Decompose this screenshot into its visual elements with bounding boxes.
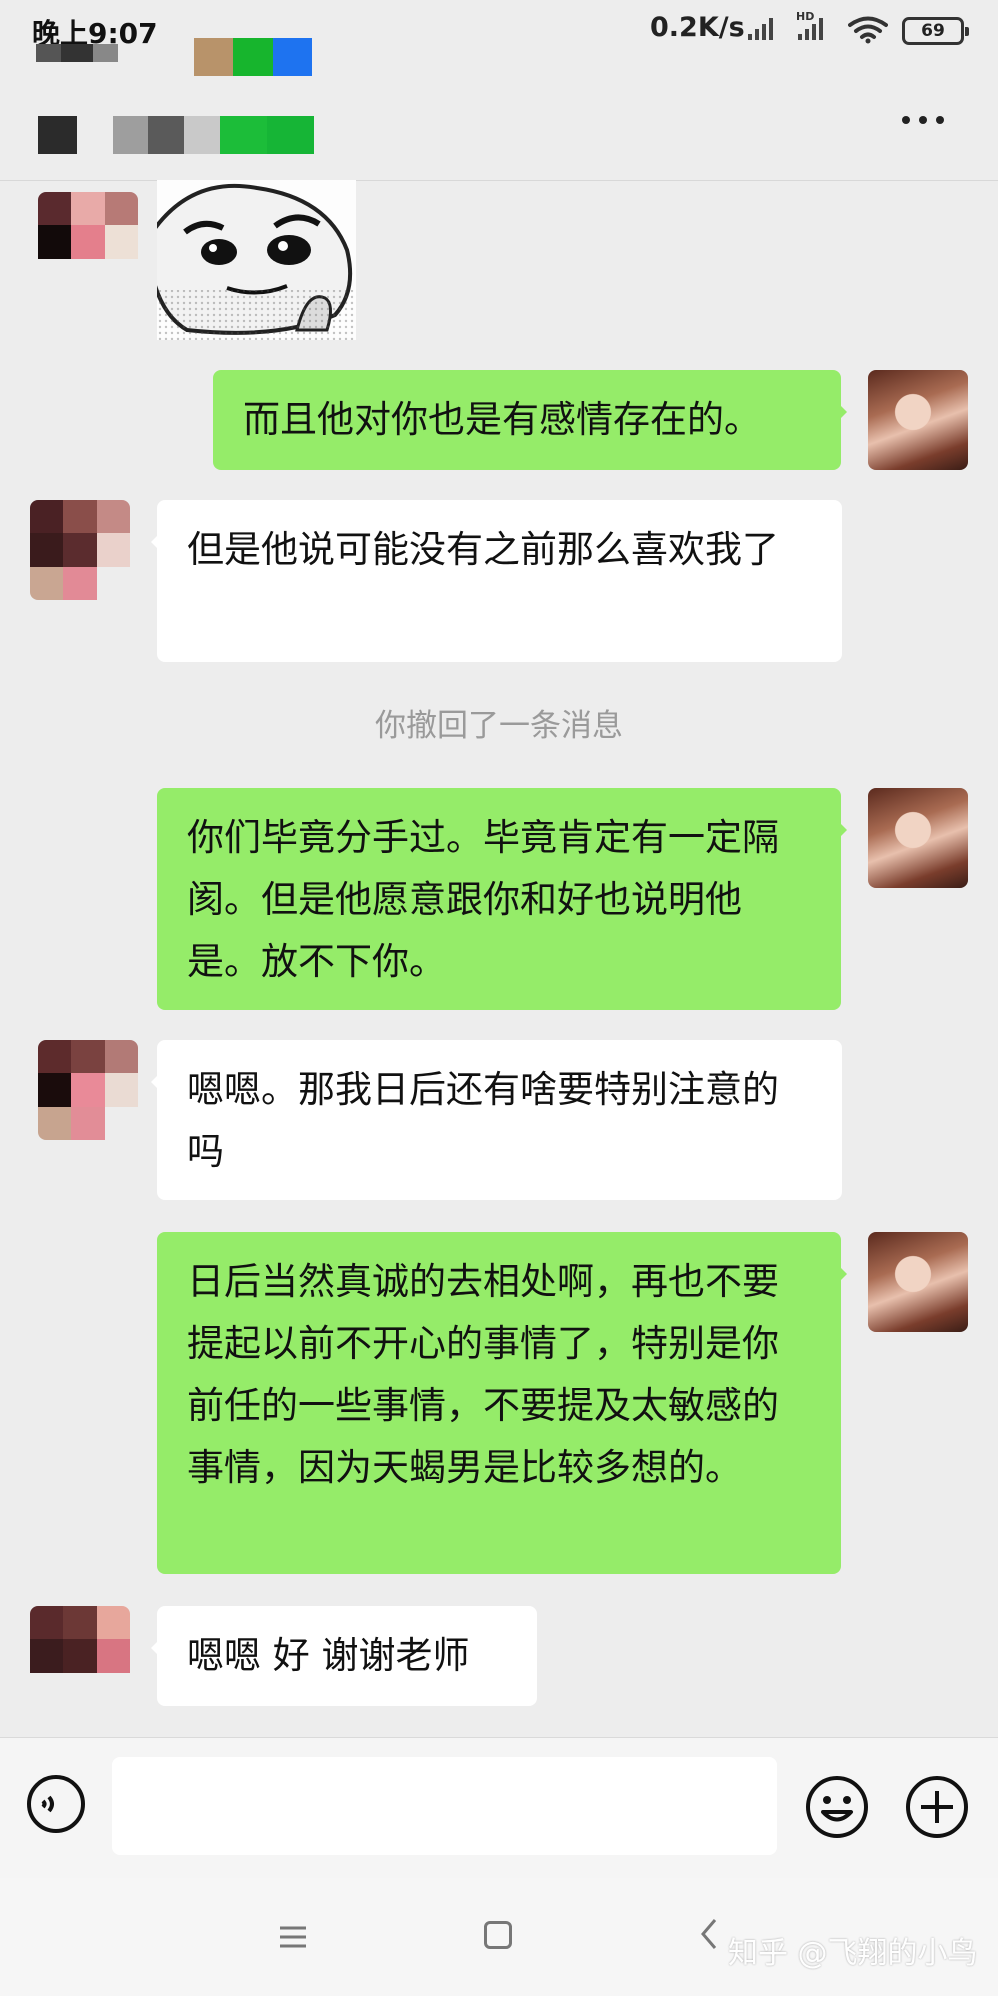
my-avatar[interactable]: [868, 1232, 968, 1332]
redacted-status-icons: [36, 44, 118, 62]
battery-level: 69: [921, 21, 945, 41]
message-bubble-incoming[interactable]: 嗯嗯 好 谢谢老师: [151, 1606, 537, 1706]
status-bar: 晚上9:07 0.2K/s HD 69: [0, 0, 998, 76]
recall-notice: 你撤回了一条消息: [375, 708, 623, 744]
message-bubble-outgoing[interactable]: 你们毕竟分手过。毕竟肯定有一定隔阂。但是他愿意跟你和好也说明他是。放不下你。: [157, 788, 847, 1010]
message-text: 日后当然真诚的去相处啊，再也不要提起以前不开心的事情了，特别是你前任的一些事情，…: [187, 1260, 779, 1489]
message-bubble-incoming[interactable]: 但是他说可能没有之前那么喜欢我了: [151, 500, 842, 662]
redacted-contact-name: [38, 116, 314, 154]
more-options-icon[interactable]: [902, 116, 954, 130]
network-speed: 0.2K/s: [650, 12, 745, 43]
emoji-icon[interactable]: [805, 1775, 869, 1839]
speaker-wave-icon: [41, 1795, 54, 1813]
message-text: 而且他对你也是有感情存在的。: [243, 398, 761, 441]
menu-icon[interactable]: [278, 1925, 308, 1949]
message-bubble-incoming[interactable]: 嗯嗯。那我日后还有啥要特别注意的吗: [151, 1040, 842, 1200]
grimace-face-icon: [157, 183, 356, 340]
cell-signal-2-icon: [798, 16, 823, 40]
message-text: 你们毕竟分手过。毕竟肯定有一定隔阂。但是他愿意跟你和好也说明他是。放不下你。: [187, 816, 779, 983]
title-bar: [0, 62, 998, 181]
voice-icon[interactable]: [27, 1775, 85, 1833]
contact-avatar[interactable]: [30, 500, 130, 600]
my-avatar[interactable]: [868, 788, 968, 888]
message-bubble-outgoing[interactable]: 而且他对你也是有感情存在的。: [213, 370, 847, 470]
wifi-icon: [848, 16, 888, 44]
contact-avatar[interactable]: [30, 1606, 130, 1706]
contact-avatar[interactable]: [38, 192, 138, 292]
watermark: 知乎 @飞翔的小鸟: [728, 1936, 978, 1971]
message-text: 嗯嗯 好 谢谢老师: [187, 1634, 470, 1677]
message-bubble-outgoing[interactable]: 日后当然真诚的去相处啊，再也不要提起以前不开心的事情了，特别是你前任的一些事情，…: [157, 1232, 847, 1574]
cell-signal-icon: [748, 16, 773, 40]
back-icon[interactable]: [700, 1917, 718, 1951]
my-avatar[interactable]: [868, 370, 968, 470]
message-text: 嗯嗯。那我日后还有啥要特别注意的吗: [187, 1068, 779, 1173]
message-input[interactable]: [112, 1757, 777, 1855]
home-icon[interactable]: [484, 1921, 512, 1949]
message-text: 但是他说可能没有之前那么喜欢我了: [187, 528, 779, 571]
contact-avatar[interactable]: [38, 1040, 138, 1140]
sticker-image[interactable]: [157, 180, 356, 340]
plus-icon[interactable]: [905, 1775, 969, 1839]
battery-icon: 69: [902, 17, 969, 45]
